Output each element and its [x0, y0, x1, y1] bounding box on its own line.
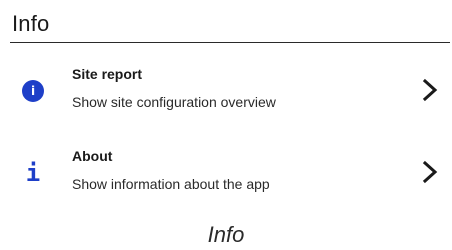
info-circle-icon: i	[20, 78, 46, 104]
chevron-right-icon	[422, 160, 438, 184]
about-title: About	[72, 148, 113, 164]
info-page: Info i Site report Show site configurati…	[0, 0, 452, 250]
section-header: Info	[10, 8, 450, 43]
site-report-description: Show site configuration overview	[72, 94, 276, 110]
about-item[interactable]: i About Show information about the app	[10, 142, 450, 204]
info-icon: i	[25, 159, 41, 187]
caption-text: Info	[207, 222, 245, 247]
site-report-title: Site report	[72, 66, 143, 82]
section-title: Info	[12, 11, 50, 36]
chevron-right-icon	[422, 78, 438, 102]
about-description: Show information about the app	[72, 176, 270, 192]
site-report-item[interactable]: i Site report Show site configuration ov…	[10, 60, 450, 122]
